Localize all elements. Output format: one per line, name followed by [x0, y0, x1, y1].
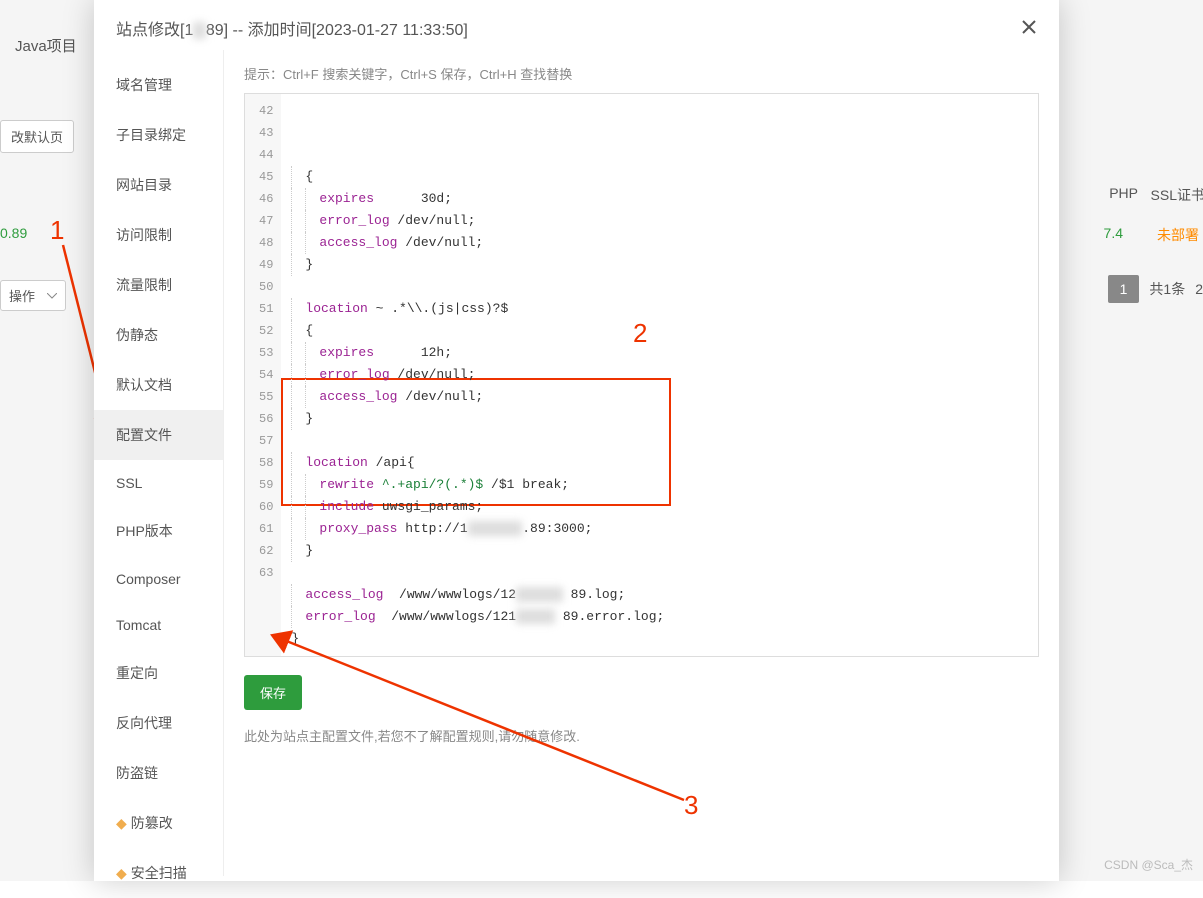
- pager-current[interactable]: 1: [1108, 275, 1140, 303]
- code-line[interactable]: access_log /dev/null;: [291, 386, 664, 408]
- site-edit-modal: 站点修改[1 89] -- 添加时间[2023-01-27 11:33:50] …: [94, 0, 1059, 881]
- default-page-button[interactable]: 改默认页: [0, 120, 74, 153]
- sidebar-item-label: 默认文档: [116, 375, 172, 395]
- sidebar-item-2[interactable]: 网站目录: [94, 160, 223, 210]
- sidebar-item-12[interactable]: 重定向: [94, 648, 223, 698]
- sidebar-item-label: 子目录绑定: [116, 125, 186, 145]
- annotation-3: 3: [684, 790, 698, 821]
- sidebar-item-11[interactable]: Tomcat: [94, 602, 223, 648]
- code-line[interactable]: }: [291, 540, 664, 562]
- code-line[interactable]: }: [291, 628, 664, 650]
- sidebar-item-label: 流量限制: [116, 275, 172, 295]
- sidebar-item-5[interactable]: 伪静态: [94, 310, 223, 360]
- sidebar-item-label: 网站目录: [116, 175, 172, 195]
- sidebar-item-label: Composer: [116, 571, 181, 587]
- sidebar-item-0[interactable]: 域名管理: [94, 60, 223, 110]
- sidebar-item-14[interactable]: 防盗链: [94, 748, 223, 798]
- code-line[interactable]: }: [291, 254, 664, 276]
- operation-select-label: 操作: [9, 289, 35, 304]
- sidebar-item-7[interactable]: 配置文件: [94, 410, 223, 460]
- code-line[interactable]: {: [291, 166, 664, 188]
- watermark: CSDN @Sca_杰: [1104, 856, 1193, 873]
- code-line[interactable]: error_log /dev/null;: [291, 364, 664, 386]
- site-ip-fragment: 0.89: [0, 225, 27, 241]
- code-line[interactable]: {: [291, 320, 664, 342]
- sidebar-item-label: 伪静态: [116, 325, 158, 345]
- modal-header: 站点修改[1 89] -- 添加时间[2023-01-27 11:33:50]: [94, 0, 1059, 50]
- sidebar-item-label: 反向代理: [116, 713, 172, 733]
- code-line[interactable]: }: [291, 408, 664, 430]
- sidebar-item-label: 重定向: [116, 663, 158, 683]
- code-line[interactable]: access_log /dev/null;: [291, 232, 664, 254]
- code-line[interactable]: location ~ .*\\.(js|css)?$: [291, 298, 664, 320]
- title-redacted: [193, 22, 205, 39]
- sidebar-item-label: 防篡改: [131, 813, 173, 833]
- ssl-header: SSL证书: [1151, 185, 1203, 205]
- diamond-icon: ◆: [116, 815, 127, 832]
- code-line[interactable]: proxy_pass http://1 .89:3000;: [291, 518, 664, 540]
- sidebar-item-8[interactable]: SSL: [94, 460, 223, 506]
- pager-extra: 2: [1195, 281, 1203, 297]
- operation-select[interactable]: 操作: [0, 280, 66, 311]
- sidebar-item-label: 防盗链: [116, 763, 158, 783]
- save-button[interactable]: 保存: [244, 675, 302, 710]
- sidebar-item-6[interactable]: 默认文档: [94, 360, 223, 410]
- code-line[interactable]: expires 12h;: [291, 342, 664, 364]
- content-area: 提示：Ctrl+F 搜索关键字，Ctrl+S 保存，Ctrl+H 查找替换 42…: [224, 50, 1059, 876]
- sidebar-item-10[interactable]: Composer: [94, 556, 223, 602]
- sidebar-item-label: Tomcat: [116, 617, 161, 633]
- code-line[interactable]: access_log /www/wwwlogs/12 89.log;: [291, 584, 664, 606]
- close-icon: [1021, 19, 1037, 35]
- sidebar-item-label: PHP版本: [116, 521, 173, 541]
- pager: 1 共1条 2: [1108, 275, 1203, 303]
- chevron-down-icon: [47, 293, 57, 299]
- sidebar-item-4[interactable]: 流量限制: [94, 260, 223, 310]
- config-warning: 此处为站点主配置文件,若您不了解配置规则,请勿随意修改.: [244, 726, 1039, 745]
- pager-total: 共1条: [1149, 279, 1185, 299]
- code-line[interactable]: include uwsgi_params;: [291, 496, 664, 518]
- sidebar-item-13[interactable]: 反向代理: [94, 698, 223, 748]
- code-line[interactable]: rewrite ^.+api/?(.*)$ /$1 break;: [291, 474, 664, 496]
- code-line[interactable]: [291, 430, 664, 452]
- config-editor[interactable]: 4243444546474849505152535455565758596061…: [244, 93, 1039, 657]
- sidebar-item-label: 访问限制: [116, 225, 172, 245]
- annotation-1: 1: [50, 215, 64, 246]
- sidebar-item-3[interactable]: 访问限制: [94, 210, 223, 260]
- close-button[interactable]: [1021, 19, 1037, 38]
- code-line[interactable]: error_log /dev/null;: [291, 210, 664, 232]
- sidebar-item-label: 配置文件: [116, 425, 172, 445]
- sidebar-item-label: 安全扫描: [131, 863, 187, 883]
- sidebar-item-1[interactable]: 子目录绑定: [94, 110, 223, 160]
- php-value[interactable]: 7.4: [1104, 225, 1123, 241]
- editor-code[interactable]: { expires 30d; error_log /dev/null; acce…: [281, 94, 674, 656]
- sidebar-item-9[interactable]: PHP版本: [94, 506, 223, 556]
- code-line[interactable]: [291, 562, 664, 584]
- sidebar-item-label: SSL: [116, 475, 142, 491]
- php-header: PHP: [1109, 185, 1138, 201]
- editor-hint: 提示：Ctrl+F 搜索关键字，Ctrl+S 保存，Ctrl+H 查找替换: [244, 64, 1039, 83]
- code-line[interactable]: location /api{: [291, 452, 664, 474]
- code-line[interactable]: [291, 276, 664, 298]
- code-line[interactable]: expires 30d;: [291, 188, 664, 210]
- sidebar: 域名管理子目录绑定网站目录访问限制流量限制伪静态默认文档配置文件 SSL PHP版本…: [94, 50, 224, 876]
- code-line[interactable]: error_log /www/wwwlogs/121 89.error.log;: [291, 606, 664, 628]
- diamond-icon: ◆: [116, 865, 127, 882]
- java-tab[interactable]: Java项目: [15, 35, 77, 56]
- sidebar-item-15[interactable]: ◆防篡改: [94, 798, 223, 848]
- sidebar-item-16[interactable]: ◆安全扫描: [94, 848, 223, 898]
- editor-gutter: 4243444546474849505152535455565758596061…: [245, 94, 281, 656]
- ssl-value[interactable]: 未部署: [1157, 225, 1199, 245]
- modal-title: 站点修改[1 89] -- 添加时间[2023-01-27 11:33:50]: [116, 16, 468, 40]
- sidebar-item-label: 域名管理: [116, 75, 172, 95]
